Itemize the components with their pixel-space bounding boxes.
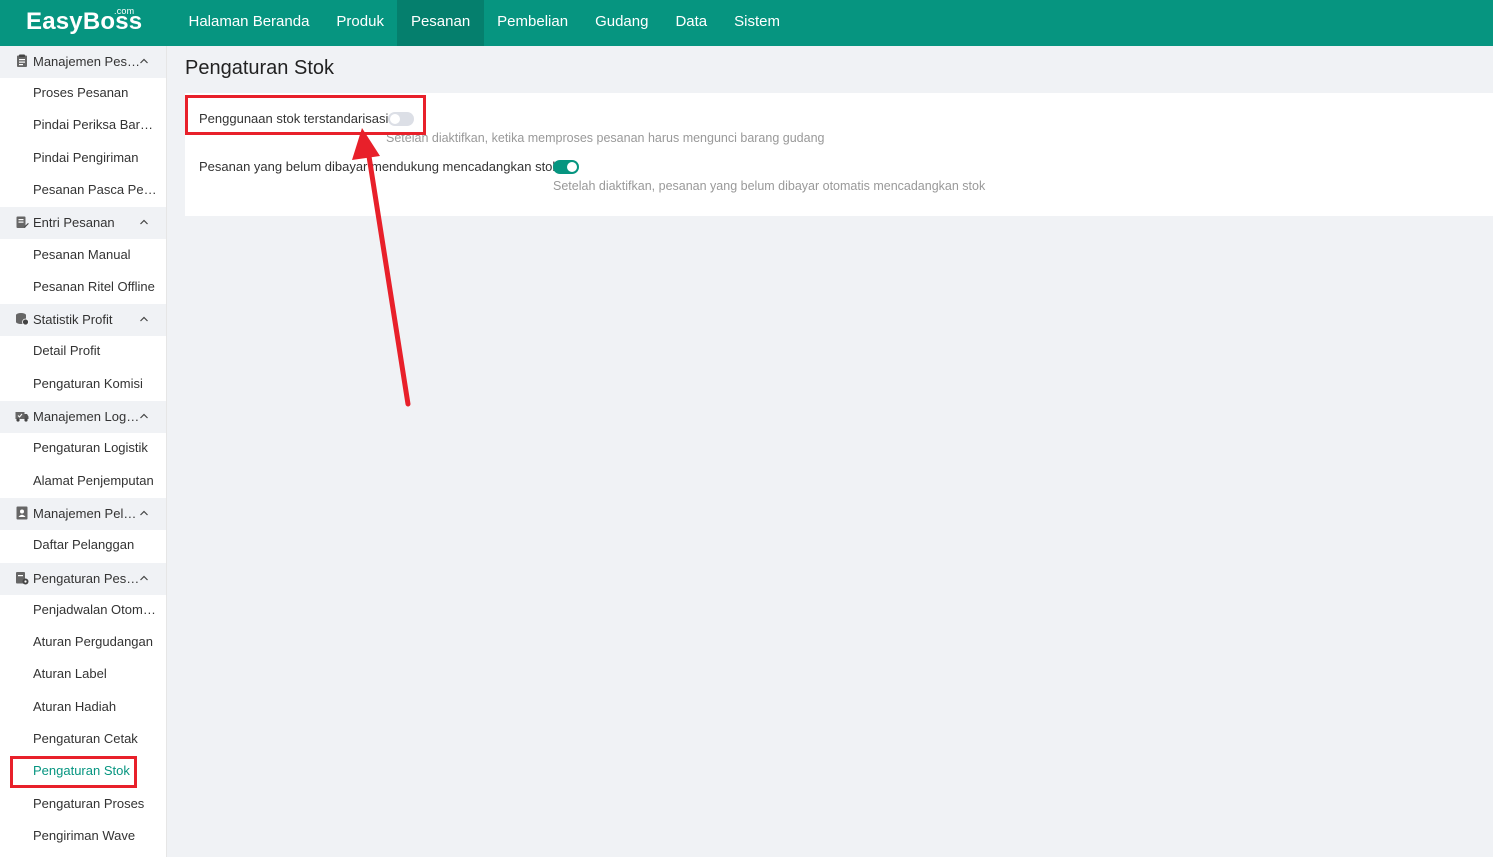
sidebar-group-manajemen-pelanggan[interactable]: Manajemen Pelanggan <box>0 498 166 530</box>
sidebar-item-label: Pindai Periksa Barang <box>33 117 157 132</box>
sidebar-group-statistik-profit[interactable]: Statistik Profit <box>0 304 166 336</box>
main-nav: Halaman Beranda Produk Pesanan Pembelian… <box>175 0 793 46</box>
sidebar-item-detail-profit[interactable]: Detail Profit <box>0 336 166 368</box>
sidebar-item-pesanan-manual[interactable]: Pesanan Manual <box>0 240 166 272</box>
nav-pesanan[interactable]: Pesanan <box>397 0 484 46</box>
sidebar-group-label: Statistik Profit <box>33 312 113 327</box>
sidebar: Manajemen Pesanan Proses Pesanan Pindai … <box>0 46 167 857</box>
sidebar-item-label: Detail Profit <box>33 343 101 358</box>
sidebar-group-label: Manajemen Pelanggan <box>33 506 141 521</box>
sidebar-group-label: Entri Pesanan <box>33 215 115 230</box>
chevron-up-icon <box>140 58 148 64</box>
sidebar-item-label: Aturan Label <box>33 666 107 681</box>
document-edit-icon <box>16 216 29 228</box>
nav-pembelian[interactable]: Pembelian <box>484 0 582 46</box>
sidebar-item-label: Pengaturan Komisi <box>33 376 143 391</box>
chevron-up-icon <box>140 413 148 419</box>
top-navbar: EasyBoss .com Halaman Beranda Produk Pes… <box>0 0 1493 46</box>
clipboard-icon <box>17 54 27 67</box>
page-title: Pengaturan Stok <box>185 57 334 79</box>
sidebar-item-label: Aturan Hadiah <box>33 699 117 714</box>
sidebar-group-entri-pesanan[interactable]: Entri Pesanan <box>0 207 166 239</box>
chevron-up-icon <box>140 575 148 581</box>
sidebar-item-aturan-label[interactable]: Aturan Label <box>0 659 166 691</box>
annotation-highlight-box <box>10 756 137 788</box>
sidebar-group-label: Manajemen Logistik <box>33 409 141 424</box>
nav-halaman-beranda[interactable]: Halaman Beranda <box>175 0 323 46</box>
sidebar-item-label: Pengaturan Logistik <box>33 440 148 455</box>
sidebar-item-pesanan-ritel-offline[interactable]: Pesanan Ritel Offline <box>0 272 166 304</box>
reserve-unpaid-toggle[interactable] <box>553 160 579 174</box>
sidebar-item-penjadwalan-otomatis[interactable]: Penjadwalan Otomatis <box>0 595 166 627</box>
setting-hint-standardized-stock: Setelah diaktifkan, ketika memproses pes… <box>386 131 825 145</box>
sidebar-group-pengaturan-pesanan[interactable]: Pengaturan Pesanan <box>0 563 166 595</box>
sidebar-item-alamat-penjemputan[interactable]: Alamat Penjemputan <box>0 466 166 498</box>
sidebar-item-pesanan-pasca-penjualan[interactable]: Pesanan Pasca Penjualan <box>0 175 166 207</box>
setting-hint-reserve-unpaid: Setelah diaktifkan, pesanan yang belum d… <box>553 179 986 193</box>
chevron-up-icon <box>140 316 148 322</box>
sidebar-item-proses-pesanan[interactable]: Proses Pesanan <box>0 78 166 110</box>
sidebar-item-label: Alamat Penjemputan <box>33 473 154 488</box>
truck-icon <box>15 412 29 422</box>
sidebar-item-pengiriman-wave[interactable]: Pengiriman Wave <box>0 821 166 853</box>
sidebar-item-aturan-pergudangan[interactable]: Aturan Pergudangan <box>0 627 166 659</box>
sidebar-group-manajemen-pesanan[interactable]: Manajemen Pesanan <box>0 46 166 78</box>
nav-sistem[interactable]: Sistem <box>721 0 794 46</box>
contact-book-icon <box>16 506 28 520</box>
sidebar-item-label: Pindai Pengiriman <box>33 150 139 165</box>
sidebar-item-pengaturan-cetak[interactable]: Pengaturan Cetak <box>0 724 166 756</box>
nav-data[interactable]: Data <box>662 0 721 46</box>
coins-icon <box>16 313 29 326</box>
sidebar-item-label: Pengaturan Proses <box>33 796 145 811</box>
toggle-knob <box>567 162 577 172</box>
setting-label-reserve-unpaid: Pesanan yang belum dibayar mendukung men… <box>199 159 559 174</box>
sidebar-item-label: Proses Pesanan <box>33 85 129 100</box>
nav-produk[interactable]: Produk <box>323 0 398 46</box>
sidebar-item-pengaturan-proses[interactable]: Pengaturan Proses <box>0 789 166 821</box>
sidebar-item-label: Pesanan Manual <box>33 247 131 262</box>
nav-gudang[interactable]: Gudang <box>582 0 662 46</box>
sidebar-item-label: Pesanan Pasca Penjualan <box>33 182 157 197</box>
sidebar-item-daftar-pelanggan[interactable]: Daftar Pelanggan <box>0 530 166 562</box>
sidebar-group-label: Manajemen Pesanan <box>33 54 141 69</box>
chevron-up-icon <box>140 510 148 516</box>
sidebar-item-label: Pesanan Ritel Offline <box>33 279 155 294</box>
sidebar-group-manajemen-logistik[interactable]: Manajemen Logistik <box>0 401 166 433</box>
sidebar-item-label: Aturan Pergudangan <box>33 634 153 649</box>
sidebar-item-pengaturan-logistik[interactable]: Pengaturan Logistik <box>0 433 166 465</box>
sidebar-item-pengaturan-komisi[interactable]: Pengaturan Komisi <box>0 369 166 401</box>
annotation-highlight-box <box>185 95 426 135</box>
chevron-up-icon <box>140 219 148 225</box>
settings-doc-icon <box>16 572 29 585</box>
sidebar-item-pindai-pengiriman[interactable]: Pindai Pengiriman <box>0 143 166 175</box>
sidebar-item-label: Penjadwalan Otomatis <box>33 602 157 617</box>
sidebar-group-label: Pengaturan Pesanan <box>33 571 141 586</box>
sidebar-item-aturan-hadiah[interactable]: Aturan Hadiah <box>0 692 166 724</box>
easyboss-logo[interactable]: EasyBoss .com <box>26 6 142 36</box>
sidebar-item-label: Daftar Pelanggan <box>33 537 135 552</box>
sidebar-item-label: Pengiriman Wave <box>33 828 136 843</box>
sidebar-item-label: Pengaturan Cetak <box>33 731 138 746</box>
logo-suffix: .com <box>114 6 135 16</box>
sidebar-item-pindai-periksa-barang[interactable]: Pindai Periksa Barang <box>0 110 166 142</box>
